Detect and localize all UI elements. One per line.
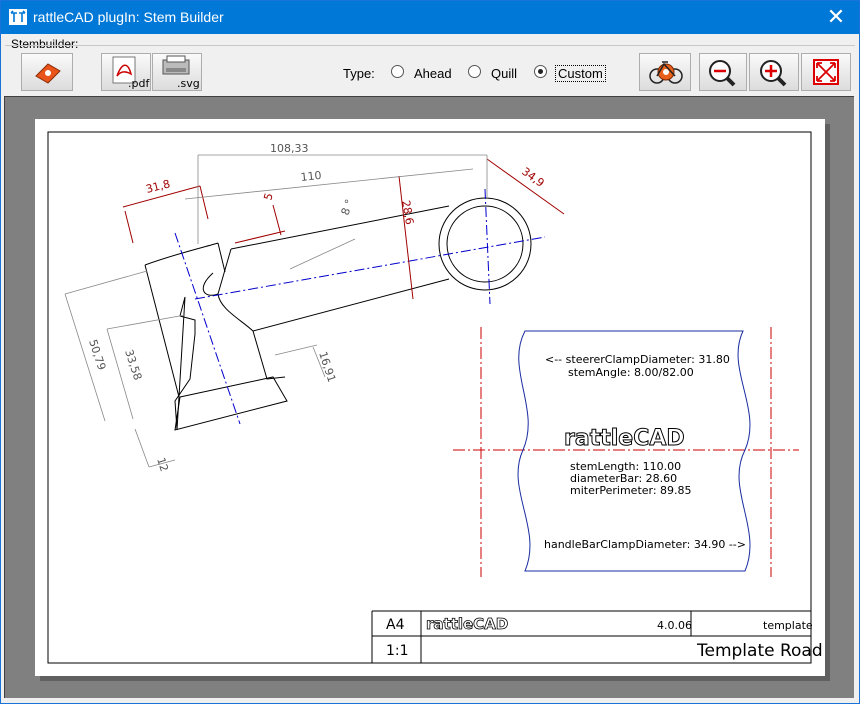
template-cell: template	[763, 619, 813, 632]
type-custom-radio[interactable]	[534, 65, 547, 78]
bar-clamp-inner	[446, 205, 524, 283]
dim-50-79: 50,79	[86, 338, 108, 372]
handlebar-info: handleBarClampDiameter: 34.90 -->	[544, 538, 746, 551]
version-cell: 4.0.06	[657, 619, 692, 632]
angle-info: stemAngle: 8.00/82.00	[568, 366, 694, 379]
bike-gear-icon	[649, 61, 683, 84]
dim-5: 5	[261, 192, 275, 202]
window-title: rattleCAD plugIn: Stem Builder	[33, 9, 224, 25]
miter-info: miterPerimeter: 89.85	[570, 484, 692, 497]
dim-16-91-line	[274, 344, 326, 378]
dim-31-8: 31,8	[145, 177, 172, 196]
zoom-in-button[interactable]	[749, 53, 799, 91]
zoom-out-button[interactable]	[699, 53, 747, 91]
fit-to-window-icon	[813, 59, 839, 85]
dim-33-58-line	[106, 314, 186, 420]
titleblock-logo: rattleCAD	[426, 615, 508, 633]
dim-5-line	[234, 204, 286, 244]
drawing-name: Template Road	[696, 641, 823, 661]
dim-28-6-line	[398, 175, 414, 300]
dim-8-deg: 8 °	[339, 198, 357, 217]
pdf-icon: .pdf	[112, 56, 150, 90]
svg-icon: .svg	[162, 55, 200, 90]
dim-28-6: 28,6	[399, 199, 416, 225]
bar-clamp-outer	[438, 197, 532, 291]
type-custom-label[interactable]: Custom	[555, 65, 606, 82]
fit-view-button[interactable]	[801, 53, 851, 91]
pdf-label: .pdf	[128, 77, 150, 90]
toolbar-divider	[5, 45, 855, 46]
export-pdf-button[interactable]: .pdf	[101, 53, 151, 91]
type-ahead-label[interactable]: Ahead	[414, 66, 452, 81]
steerer-centerline	[174, 232, 241, 425]
title-bar: rattleCAD plugIn: Stem Builder ✕	[1, 1, 859, 34]
dim-31-8-line	[122, 185, 209, 244]
stembuilder-label: Stembuilder:	[11, 37, 79, 51]
rattlecad-logo: rattleCAD	[564, 426, 685, 451]
stem-base	[174, 376, 288, 431]
stem-tube	[217, 205, 450, 332]
dim-34-9: 34,9	[519, 165, 546, 190]
type-quill-label[interactable]: Quill	[491, 66, 517, 81]
stem-neck	[252, 330, 286, 380]
type-ahead-radio[interactable]	[391, 65, 404, 78]
svg-label: .svg	[177, 77, 200, 90]
dim-16-91: 16,91	[316, 350, 338, 384]
drawing-sheet: 31,8 5 28,6 34,9 108,33 110 8 ° 50,79 33…	[35, 119, 825, 676]
app-icon	[9, 9, 27, 25]
scale-cell: 1:1	[386, 643, 409, 659]
export-svg-button[interactable]: .svg	[152, 53, 202, 91]
open-file-icon	[35, 63, 61, 84]
close-icon[interactable]: ✕	[813, 1, 859, 34]
type-quill-radio[interactable]	[468, 65, 481, 78]
type-label: Type:	[343, 66, 375, 81]
dim-12: 12	[154, 456, 171, 473]
dim-50-79-line	[64, 270, 148, 422]
dim-108: 108,33	[270, 142, 309, 155]
technical-drawing: 31,8 5 28,6 34,9 108,33 110 8 ° 50,79 33…	[47, 131, 823, 664]
dim-33-58: 33,58	[122, 348, 144, 382]
zoom-in-icon	[760, 60, 787, 87]
zoom-out-icon	[709, 60, 736, 87]
open-button[interactable]	[21, 53, 73, 91]
settings-button[interactable]	[639, 53, 691, 91]
dim-110: 110	[300, 169, 322, 184]
steerer-info: <-- steererClampDiameter: 31.80	[545, 353, 730, 366]
dim-110-line	[184, 168, 474, 200]
format-cell: A4	[386, 617, 405, 633]
